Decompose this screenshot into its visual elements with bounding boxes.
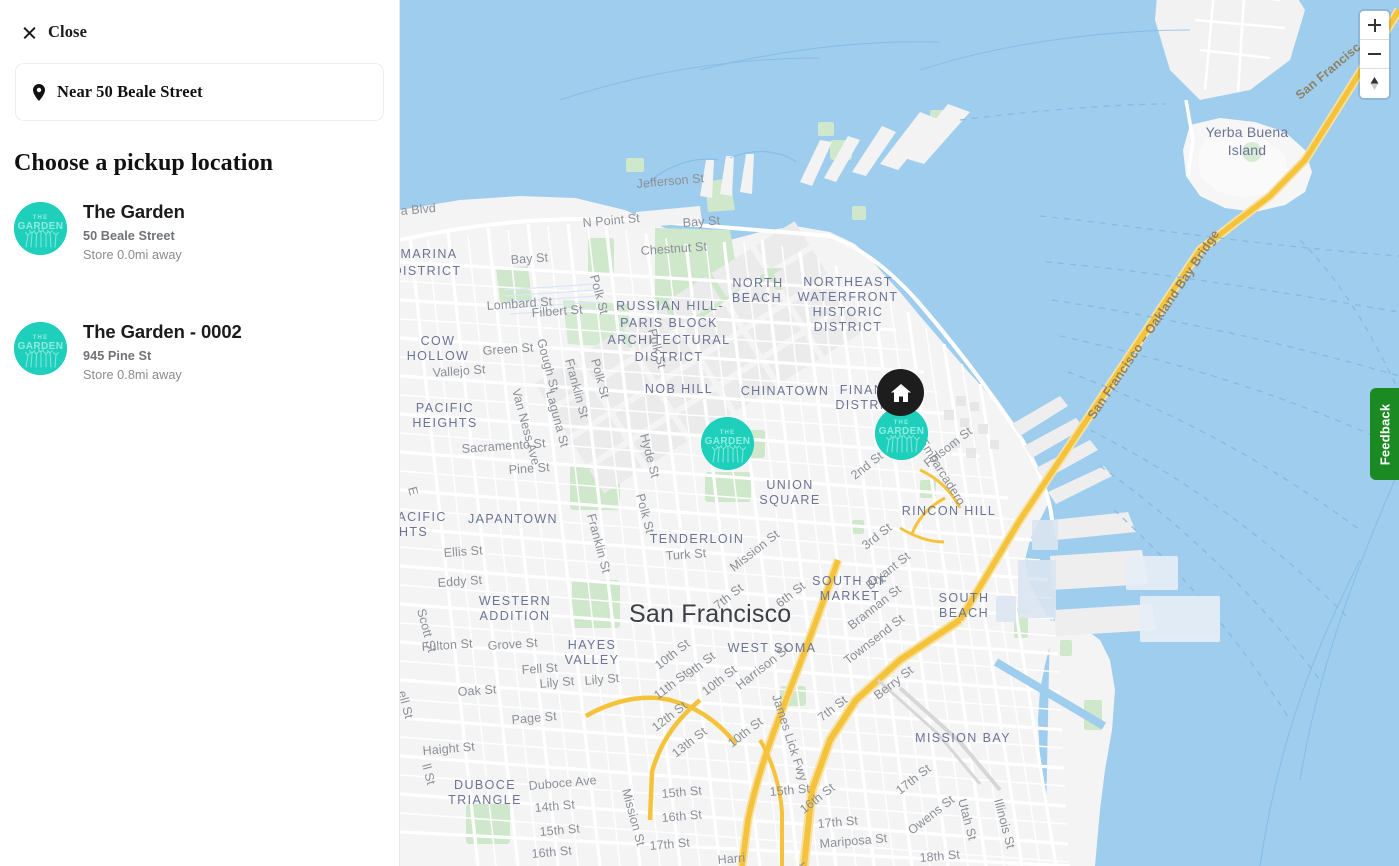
minus-icon	[1368, 48, 1381, 61]
store-list: THE GARDEN The Garden 50 Beale Street St…	[0, 191, 399, 390]
svg-text:VALLEY: VALLEY	[565, 653, 620, 667]
store-name: The Garden	[83, 201, 185, 222]
svg-text:HAYES: HAYES	[568, 638, 616, 652]
svg-text:HOLLOW: HOLLOW	[407, 349, 470, 363]
pickup-sidebar: Close Near 50 Beale Street Choose a pick…	[0, 0, 400, 866]
map-controls	[1360, 11, 1389, 98]
svg-text:BEACH: BEACH	[939, 606, 989, 620]
close-button-label: Close	[48, 22, 87, 41]
page-title: Choose a pickup location	[14, 150, 274, 176]
svg-text:Yerba Buena: Yerba Buena	[1206, 124, 1289, 140]
svg-text:COW: COW	[421, 334, 456, 348]
map-marker-store-0002[interactable]: THE GARDEN	[701, 417, 754, 470]
svg-text:SOUTH: SOUTH	[939, 591, 990, 605]
list-item[interactable]: THE GARDEN The Garden 50 Beale Street St…	[0, 191, 399, 270]
svg-text:PACIFIC: PACIFIC	[416, 401, 474, 415]
home-icon	[890, 383, 911, 402]
svg-text:GARDEN: GARDEN	[705, 436, 751, 447]
feedback-label: Feedback	[1377, 403, 1393, 465]
svg-text:Harri: Harri	[717, 851, 746, 866]
store-name: The Garden - 0002	[83, 321, 242, 343]
svg-text:DUBOCE: DUBOCE	[454, 778, 516, 792]
plus-icon	[1368, 18, 1381, 32]
location-pin-icon	[33, 83, 45, 101]
store-address: 945 Pine St	[83, 349, 152, 364]
svg-text:Ellis St: Ellis St	[443, 543, 483, 560]
map-city-label: San Francisco	[629, 600, 791, 628]
svg-text:MARINA: MARINA	[400, 247, 457, 261]
svg-text:Fell St: Fell St	[521, 660, 558, 677]
svg-text:Island: Island	[1228, 142, 1267, 158]
svg-text:SQUARE: SQUARE	[759, 493, 820, 507]
close-icon	[22, 25, 37, 40]
svg-text:TENDERLOIN: TENDERLOIN	[650, 532, 745, 546]
compass-button[interactable]	[1360, 69, 1389, 98]
svg-text:ADDITION: ADDITION	[480, 609, 551, 623]
svg-text:WESTERN: WESTERN	[479, 594, 551, 608]
svg-text:JAPANTOWN: JAPANTOWN	[468, 512, 558, 526]
svg-text:Oak St: Oak St	[457, 682, 497, 699]
svg-text:BEACH: BEACH	[732, 291, 782, 305]
store-logo-icon: THE GARDEN	[14, 322, 67, 376]
svg-text:GARDEN: GARDEN	[879, 426, 925, 437]
svg-text:PARIS BLOCK: PARIS BLOCK	[620, 316, 718, 330]
store-address: 50 Beale Street	[83, 229, 175, 244]
svg-text:RUSSIAN HILL-: RUSSIAN HILL-	[616, 299, 724, 313]
store-details: The Garden 50 Beale Street Store 0.0mi a…	[83, 199, 185, 262]
store-distance: Store 0.8mi away	[83, 368, 182, 383]
map-canvas[interactable]: MARINA DISTRICT RUSSIAN HILL- PARIS BLOC…	[400, 0, 1399, 866]
svg-text:GHTS: GHTS	[400, 525, 428, 539]
svg-text:NOB HILL: NOB HILL	[645, 382, 713, 396]
map-marker-home[interactable]	[877, 369, 924, 416]
svg-text:HISTORIC: HISTORIC	[813, 305, 884, 319]
svg-text:NORTHEAST: NORTHEAST	[803, 275, 892, 289]
svg-text:CHINATOWN: CHINATOWN	[741, 384, 830, 398]
svg-text:WATERFRONT: WATERFRONT	[798, 290, 899, 304]
svg-text:Bay St: Bay St	[510, 250, 549, 267]
svg-text:DISTRICT: DISTRICT	[635, 350, 704, 364]
svg-text:Bay St: Bay St	[682, 213, 721, 230]
svg-text:HEIGHTS: HEIGHTS	[412, 416, 477, 430]
pickup-location-page: Close Near 50 Beale Street Choose a pick…	[0, 0, 1399, 866]
list-item[interactable]: THE GARDEN The Garden - 0002 945 Pine St…	[0, 311, 399, 390]
svg-text:NORTH: NORTH	[732, 276, 783, 290]
svg-text:R PACIFIC: R PACIFIC	[400, 510, 447, 524]
zoom-out-button[interactable]	[1360, 40, 1389, 69]
svg-text:UNION: UNION	[766, 478, 813, 492]
store-details: The Garden - 0002 945 Pine St Store 0.8m…	[83, 319, 242, 382]
north-arrow-icon	[1370, 77, 1379, 90]
close-button[interactable]: Close	[0, 0, 120, 42]
svg-text:Pine St: Pine St	[508, 460, 550, 477]
zoom-in-button[interactable]	[1360, 11, 1389, 40]
svg-text:ARCHITECTURAL: ARCHITECTURAL	[607, 333, 730, 347]
svg-text:MISSION BAY: MISSION BAY	[915, 731, 1011, 745]
svg-text:GARDEN: GARDEN	[18, 341, 64, 352]
svg-text:DISTRICT: DISTRICT	[400, 264, 461, 278]
feedback-tab[interactable]: Feedback	[1370, 388, 1399, 480]
svg-text:DISTRICT: DISTRICT	[814, 320, 883, 334]
location-search-input[interactable]: Near 50 Beale Street	[15, 63, 384, 121]
store-distance: Store 0.0mi away	[83, 248, 182, 263]
svg-text:RINCON HILL: RINCON HILL	[902, 504, 997, 518]
store-logo-icon: THE GARDEN	[14, 202, 67, 255]
svg-text:GARDEN: GARDEN	[18, 221, 64, 232]
location-search-value: Near 50 Beale Street	[57, 82, 203, 101]
svg-text:TRIANGLE: TRIANGLE	[448, 793, 522, 807]
svg-text:Turk St: Turk St	[665, 546, 707, 563]
